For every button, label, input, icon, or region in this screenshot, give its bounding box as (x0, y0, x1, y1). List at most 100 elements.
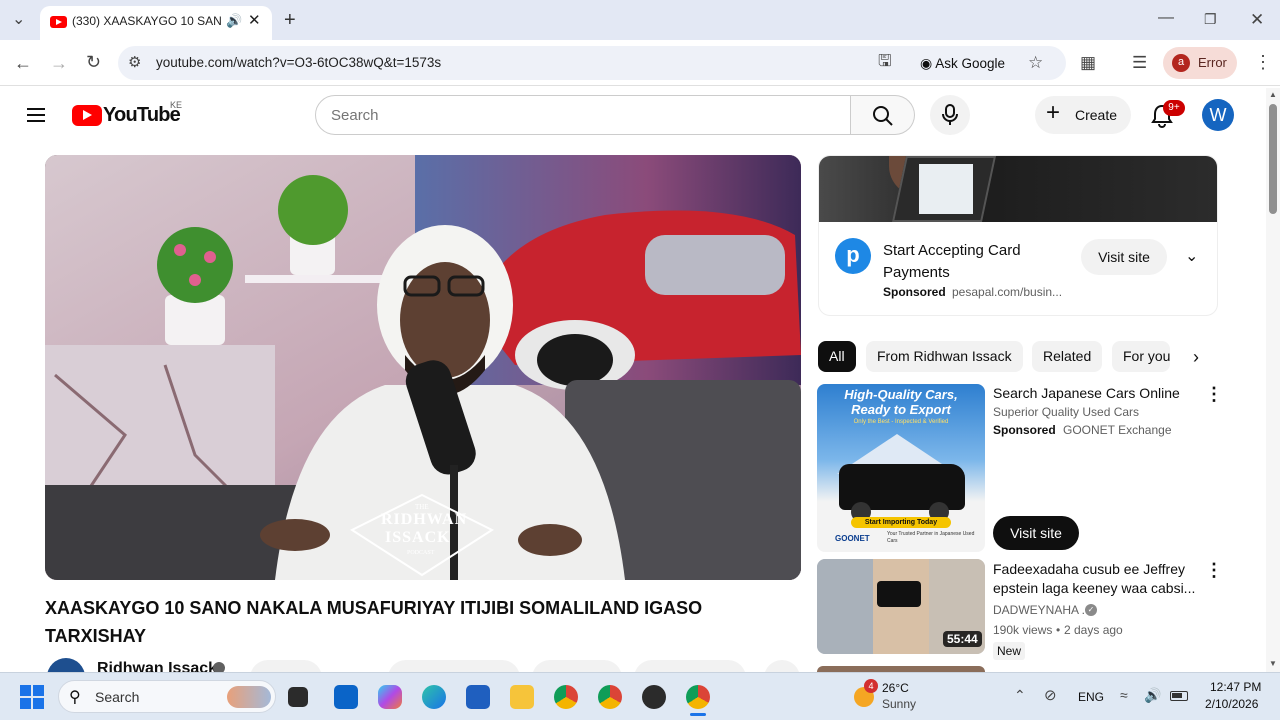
like-button[interactable] (388, 660, 520, 672)
watermark-name-2: ISSACK (385, 529, 451, 546)
watermark-name-1: RIDHWAN (381, 511, 468, 528)
page-scrollbar[interactable]: ▲ ▼ (1266, 88, 1280, 672)
rec-ad-thumbnail[interactable]: High-Quality Cars, Ready to Export Only … (817, 384, 985, 552)
bookmark-star-icon[interactable]: ☆ (1028, 54, 1043, 71)
tab-audio-icon[interactable]: 🔊 (226, 13, 242, 29)
chip-from-channel[interactable]: From Ridhwan Issack (866, 341, 1023, 372)
taskbar-search-box[interactable]: ⚲ Search (58, 680, 276, 713)
thumb-line-1: High-Quality Cars, (844, 387, 958, 402)
address-bar[interactable]: ⚙ youtube.com/watch?v=O3-6tOC38wQ&t=1573… (118, 46, 1066, 80)
edge-icon[interactable] (422, 685, 446, 709)
browser-tab[interactable]: (330) XAASKAYGO 10 SANO NAKALA MUSAFURIY… (40, 6, 272, 40)
rec-video-title[interactable]: Fadeexadaha cusub ee Jeffrey epstein lag… (993, 560, 1198, 598)
meet-now-icon[interactable]: ⊘ (1044, 688, 1057, 703)
channel-avatar[interactable] (47, 658, 85, 672)
scroll-up-icon[interactable]: ▲ (1269, 90, 1277, 99)
ask-google-button[interactable]: ◉ Ask Google (912, 50, 1013, 76)
verified-badge-icon (213, 662, 225, 672)
tab-search-dropdown-icon[interactable]: ⌄ (12, 12, 25, 28)
battery-icon[interactable] (1170, 691, 1188, 701)
more-actions-button[interactable] (764, 660, 800, 672)
rec-video-thumbnail[interactable]: 55:44 (817, 559, 985, 654)
copilot-icon[interactable] (378, 685, 402, 709)
chrome-active-icon[interactable] (686, 685, 710, 709)
file-explorer-icon[interactable] (510, 685, 534, 709)
taskbar-search-label: Search (95, 689, 140, 705)
notifications-button[interactable]: 9+ (1145, 98, 1185, 132)
tab-close-icon[interactable]: ✕ (248, 11, 261, 29)
site-info-icon[interactable]: ⚙ (128, 55, 141, 70)
account-avatar[interactable]: W (1202, 99, 1234, 131)
youtube-logo-text[interactable]: YouTube (103, 104, 181, 127)
minimize-icon[interactable]: — (1158, 10, 1174, 26)
volume-icon[interactable]: 🔊 (1144, 688, 1161, 702)
rec-ad-advertiser: GOONET Exchange (1063, 423, 1172, 437)
profile-error-pill[interactable]: a Error (1163, 47, 1237, 79)
back-icon[interactable]: ← (14, 54, 32, 72)
task-view-icon[interactable] (288, 687, 308, 707)
forward-icon[interactable]: → (50, 54, 68, 72)
video-player[interactable]: THE RIDHWAN ISSACK PODCAST (45, 155, 801, 580)
youtube-logo-icon[interactable] (72, 105, 102, 126)
scroll-thumb[interactable] (1269, 104, 1277, 214)
rec-ad-more-icon[interactable]: ⋮ (1205, 384, 1223, 405)
chip-related[interactable]: Related (1032, 341, 1103, 372)
rec-video-views: 190k views (993, 623, 1053, 637)
chips-next-icon[interactable]: › (1182, 343, 1210, 371)
watermark-the: THE (415, 503, 429, 511)
rec-video-separator: • (1056, 623, 1061, 637)
new-tab-button[interactable]: + (284, 10, 296, 30)
ad-sponsored-label: Sponsored (883, 285, 946, 299)
install-app-icon[interactable]: 🖫 (878, 54, 892, 70)
extensions-icon[interactable]: ▦ (1080, 54, 1096, 71)
rec-video-channel[interactable]: DADWEYNAHA . (993, 603, 1085, 617)
save-button[interactable] (634, 660, 746, 672)
ad-visit-site-button[interactable]: Visit site (1081, 239, 1167, 275)
browser-tab-strip: ⌄ (330) XAASKAYGO 10 SANO NAKALA MUSAFUR… (0, 0, 1280, 40)
rec-video-age: 2 days ago (1064, 623, 1123, 637)
windows-taskbar: ⚲ Search 4 26°C Sunny ⌃ ⊘ ENG ≈ 🔊 12:47 … (0, 672, 1280, 720)
create-button[interactable]: + Create (1035, 96, 1131, 134)
chrome-profile-a-icon[interactable] (598, 685, 622, 709)
outlook-icon[interactable] (334, 685, 358, 709)
rec-video-more-icon[interactable]: ⋮ (1205, 560, 1223, 581)
sponsored-ad-card[interactable]: p Start Accepting Card Payments Sponsore… (818, 155, 1218, 316)
window-close-icon[interactable]: ✕ (1250, 11, 1264, 28)
chrome-icon[interactable] (554, 685, 578, 709)
scroll-down-icon[interactable]: ▼ (1269, 659, 1277, 668)
browser-menu-icon[interactable]: ⋮ (1254, 53, 1272, 71)
start-windows-icon[interactable] (20, 685, 44, 709)
lens-icon: ◉ (920, 55, 933, 71)
rec-ad-visit-button[interactable]: Visit site (993, 516, 1079, 550)
clock-time[interactable]: 12:47 PM (1210, 680, 1261, 694)
microsoft-store-icon[interactable] (466, 685, 490, 709)
chrome-profile-b-icon[interactable] (642, 685, 666, 709)
chip-for-you[interactable]: For you (1112, 341, 1170, 372)
action-button-row (250, 660, 800, 672)
tab-title: (330) XAASKAYGO 10 SANO NAKALA MUSAFURIY… (72, 14, 222, 28)
rec-ad-title[interactable]: Search Japanese Cars Online (993, 384, 1180, 403)
clock-date[interactable]: 2/10/2026 (1205, 697, 1258, 711)
url-text[interactable]: youtube.com/watch?v=O3-6tOC38wQ&t=1573s (156, 55, 441, 70)
rec-ad-sponsored: Sponsored (993, 423, 1056, 437)
search-button[interactable] (851, 95, 915, 135)
media-control-icon[interactable]: ☰ (1132, 54, 1147, 71)
voice-search-button[interactable] (930, 95, 970, 135)
taskbar-search-icon: ⚲ (69, 689, 81, 706)
rec-video-new-badge: New (993, 642, 1026, 660)
language-indicator[interactable]: ENG (1078, 690, 1104, 704)
restore-icon[interactable]: ❐ (1204, 12, 1217, 26)
channel-name[interactable]: Ridhwan Issack (97, 660, 217, 672)
subscribe-button[interactable] (250, 660, 322, 672)
wifi-icon[interactable]: ≈ (1120, 688, 1128, 702)
search-input[interactable]: Search (315, 95, 851, 135)
country-code: KE (170, 100, 183, 110)
chevron-down-icon[interactable]: ⌄ (1185, 246, 1198, 266)
notification-badge: 9+ (1163, 100, 1185, 116)
guide-menu-icon[interactable] (27, 104, 45, 126)
chip-all[interactable]: All (818, 341, 856, 372)
weather-widget[interactable]: 4 26°C Sunny (852, 679, 932, 715)
show-hidden-icons-icon[interactable]: ⌃ (1014, 688, 1026, 702)
share-button[interactable] (532, 660, 622, 672)
reload-icon[interactable]: ↻ (86, 53, 101, 71)
